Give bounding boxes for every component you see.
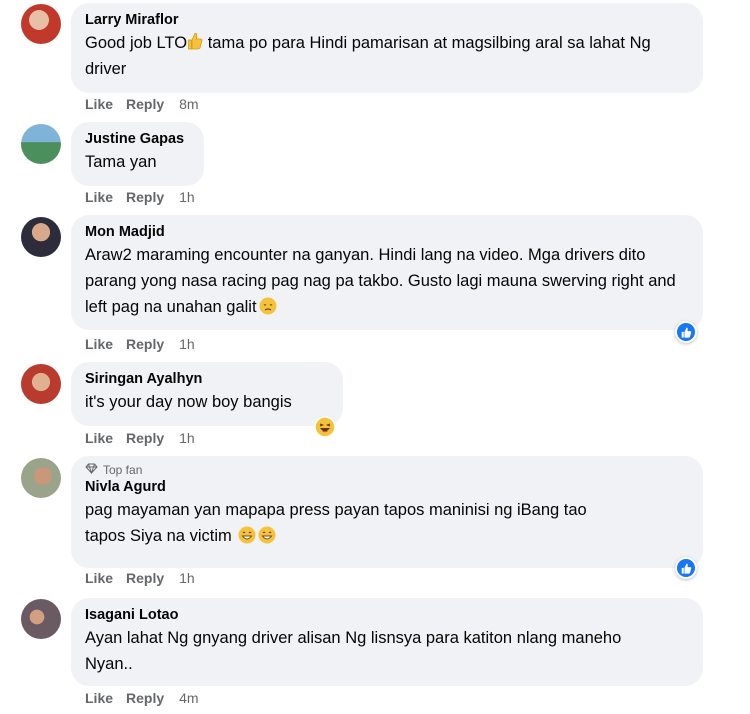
comment-bubble: Siringan Ayalhyn it's your day now boy b…: [71, 362, 343, 426]
comment-text: pag mayaman yan mapapa press payan tapos…: [85, 501, 587, 545]
comment-text: Good job LTO tama po para Hindi pamarisa…: [85, 32, 651, 78]
thumbs-up-emoji-icon: [187, 32, 203, 50]
reply-button[interactable]: Reply: [126, 430, 164, 446]
avatar[interactable]: [21, 458, 61, 498]
avatar[interactable]: [21, 124, 61, 164]
like-reaction-icon: [677, 559, 695, 577]
grinning-face-emoji-icon: [258, 526, 276, 544]
reply-button[interactable]: Reply: [126, 189, 164, 205]
comment-actions: Like Reply 1h: [85, 336, 195, 352]
comment-actions: Like Reply 8m: [85, 96, 199, 112]
comment-timestamp[interactable]: 1h: [179, 430, 195, 446]
like-button[interactable]: Like: [85, 570, 113, 586]
comment-author[interactable]: Isagani Lotao: [85, 606, 691, 625]
comment-timestamp[interactable]: 8m: [179, 96, 198, 112]
reply-button[interactable]: Reply: [126, 690, 164, 706]
like-reaction-icon: [677, 323, 695, 341]
reply-button[interactable]: Reply: [126, 570, 164, 586]
reply-button[interactable]: Reply: [126, 96, 164, 112]
like-button[interactable]: Like: [85, 690, 113, 706]
comment-text: Tama yan: [85, 153, 157, 171]
comment-bubble: Mon Madjid Araw2 maraming encounter na g…: [71, 215, 703, 330]
like-button[interactable]: Like: [85, 336, 113, 352]
comment-author[interactable]: Nivla Agurd: [85, 478, 691, 497]
comment-timestamp[interactable]: 1h: [179, 336, 195, 352]
like-button[interactable]: Like: [85, 96, 113, 112]
comment-text: Araw2 maraming encounter na ganyan. Hind…: [85, 246, 676, 316]
comment-bubble: Larry Miraflor Good job LTO tama po para…: [71, 3, 703, 93]
comment-actions: Like Reply 1h: [85, 189, 195, 205]
comment-timestamp[interactable]: 1h: [179, 189, 195, 205]
top-fan-label: Top fan: [103, 463, 143, 477]
comment-author[interactable]: Justine Gapas: [85, 130, 192, 149]
avatar[interactable]: [21, 217, 61, 257]
haha-reaction-icon: [314, 415, 336, 443]
avatar[interactable]: [21, 4, 61, 44]
avatar[interactable]: [21, 364, 61, 404]
like-button[interactable]: Like: [85, 189, 113, 205]
reaction-badge[interactable]: [675, 321, 697, 343]
top-fan-badge: Top fan: [85, 463, 691, 478]
diamond-icon: [85, 463, 98, 478]
reply-button[interactable]: Reply: [126, 336, 164, 352]
disappointed-face-emoji-icon: [259, 297, 277, 315]
comment-timestamp[interactable]: 4m: [179, 690, 198, 706]
comment-text: it's your day now boy bangis: [85, 393, 292, 411]
comment-author[interactable]: Siringan Ayalhyn: [85, 370, 331, 389]
comment-author[interactable]: Larry Miraflor: [85, 11, 691, 30]
comment-actions: Like Reply 1h: [85, 430, 195, 446]
grinning-face-emoji-icon: [238, 526, 256, 544]
avatar[interactable]: [21, 599, 61, 639]
comment-bubble: Isagani Lotao Ayan lahat Ng gnyang drive…: [71, 598, 703, 686]
reaction-badge[interactable]: [675, 557, 697, 579]
reaction-badge[interactable]: [314, 415, 336, 443]
comment-bubble: Justine Gapas Tama yan: [71, 122, 204, 186]
like-button[interactable]: Like: [85, 430, 113, 446]
comment-actions: Like Reply 1h: [85, 570, 195, 586]
comment-text: Ayan lahat Ng gnyang driver alisan Ng li…: [85, 629, 622, 673]
comment-timestamp[interactable]: 1h: [179, 570, 195, 586]
comment-actions: Like Reply 4m: [85, 690, 199, 706]
comment-bubble: Top fan Nivla Agurd pag mayaman yan mapa…: [71, 456, 703, 568]
comment-author[interactable]: Mon Madjid: [85, 223, 691, 242]
